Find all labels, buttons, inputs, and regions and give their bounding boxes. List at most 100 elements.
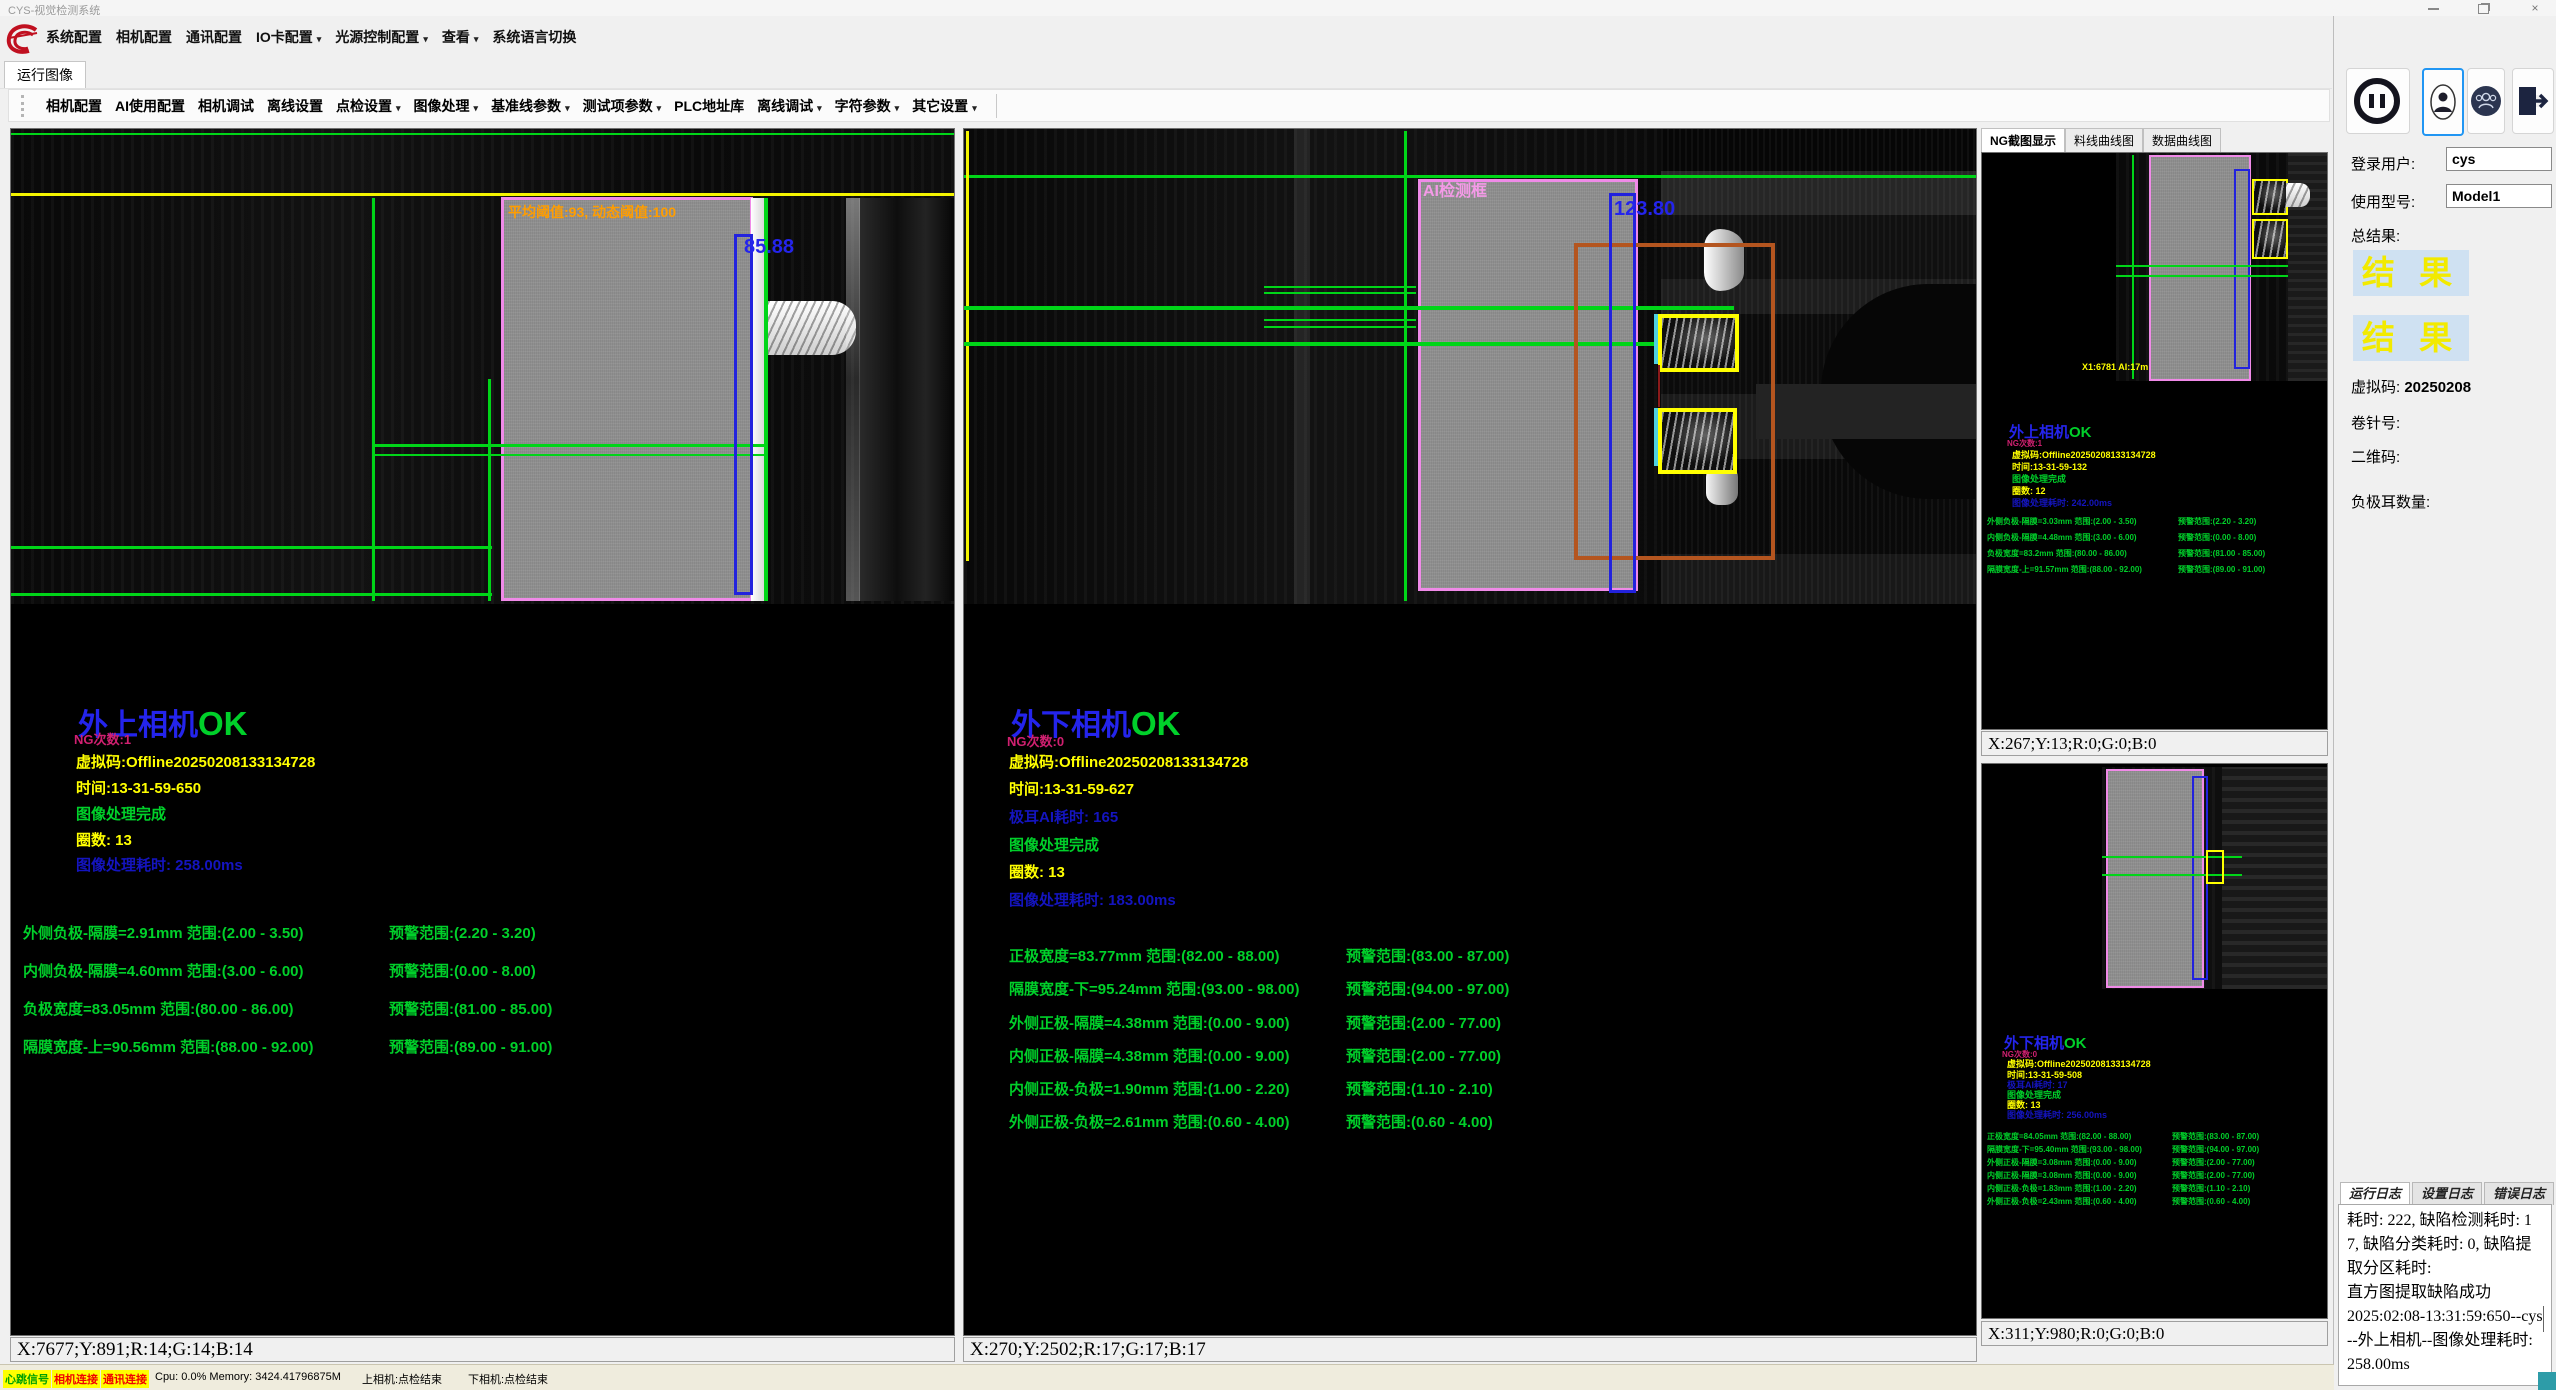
users-icon	[2470, 85, 2502, 117]
virtual-code: 虚拟码:Offline20250208133134728	[1009, 755, 1248, 771]
meas-text: 外侧负极-隔膜=3.03mm 范围:(2.00 - 3.50)	[1987, 518, 2137, 526]
model-label: 使用型号:	[2351, 191, 2415, 212]
meas-text: 内侧正极-负极=1.90mm 范围:(1.00 - 2.20)	[1009, 1082, 1290, 1098]
minimize-icon[interactable]	[2416, 1, 2450, 15]
tool-image-process[interactable]: 图像处理▾	[414, 96, 479, 116]
light-strip	[1294, 129, 1310, 604]
total-result-label: 总结果:	[2351, 225, 2400, 246]
tab-detect-box	[2206, 850, 2224, 884]
tool-label: 其它设置	[912, 98, 968, 114]
menu-item-view[interactable]: 查看▾	[442, 27, 479, 47]
heartbeat-status: 心跳信号	[3, 1370, 51, 1388]
gap-value: 85.88	[744, 237, 794, 258]
model-field[interactable]: Model1	[2446, 184, 2552, 208]
text-cursor	[2543, 1306, 2544, 1332]
ng-capture-view-lower[interactable]: 外下相机OK NG次数:0 虚拟码:Offline202502081331347…	[1981, 763, 2328, 1319]
meas-warn: 预警范围:(1.10 - 2.10)	[1346, 1082, 1493, 1098]
result-badge-upper: 结 果	[2353, 250, 2469, 296]
pause-button[interactable]	[2346, 68, 2410, 134]
green-line	[1264, 292, 1416, 294]
tool-check-setting[interactable]: 点检设置▾	[336, 96, 401, 116]
chevron-down-icon: ▾	[565, 103, 570, 113]
ai-box-label: AI检测框	[1423, 184, 1487, 201]
close-icon[interactable]: ×	[2518, 1, 2552, 15]
measure-rect	[734, 234, 753, 595]
tool-label: 点检设置	[336, 98, 392, 114]
chevron-down-icon: ▾	[817, 103, 822, 113]
camera-status: 相机连接	[52, 1370, 100, 1388]
menu-item-io-config[interactable]: IO卡配置▾	[256, 27, 321, 47]
toolbar-grip[interactable]	[21, 95, 27, 117]
tool-test-params[interactable]: 测试项参数▾	[583, 96, 662, 116]
tab-strip: 运行图像	[0, 58, 2332, 89]
meas-warn: 预警范围:(2.00 - 77.00)	[2172, 1159, 2255, 1167]
tab-line-curve[interactable]: 料线曲线图	[2065, 128, 2143, 152]
tool-camera-config[interactable]: 相机配置	[46, 96, 102, 116]
meas-text: 正极宽度=84.05mm 范围:(82.00 - 88.00)	[1987, 1133, 2131, 1141]
threshold-label: 平均阈值:93, 动态阈值:100	[508, 205, 676, 220]
menu-item-light-config[interactable]: 光源控制配置▾	[335, 27, 428, 47]
menu-item-system-config[interactable]: 系统配置	[46, 27, 102, 47]
menu-item-language[interactable]: 系统语言切换	[492, 27, 576, 47]
minimize-glyph	[2428, 8, 2439, 10]
camera-image	[11, 129, 954, 604]
menu-item-label: IO卡配置	[256, 29, 313, 45]
resize-grip[interactable]	[2538, 1372, 2556, 1390]
tab-run-image[interactable]: 运行图像	[4, 61, 86, 88]
logout-button[interactable]	[2512, 68, 2554, 134]
meas-warn: 预警范围:(0.00 - 8.00)	[389, 964, 536, 980]
tool-offline-debug[interactable]: 离线调试▾	[757, 96, 822, 116]
pause-bar	[2369, 94, 2374, 108]
virtual-code: 虚拟码:Offline20250208133134728	[2007, 1060, 2151, 1069]
meas-text: 隔膜宽度-上=90.56mm 范围:(88.00 - 92.00)	[23, 1040, 314, 1056]
login-user-field[interactable]: cys	[2446, 147, 2552, 171]
tab-run-log[interactable]: 运行日志	[2340, 1182, 2410, 1205]
tool-label: 字符参数	[835, 98, 891, 114]
pause-icon	[2354, 78, 2400, 124]
menu-item-label: 光源控制配置	[335, 29, 419, 45]
tab-detect-box	[1658, 408, 1737, 474]
tool-other-settings[interactable]: 其它设置▾	[912, 96, 977, 116]
result-badge-lower: 结 果	[2353, 315, 2469, 361]
maximize-icon[interactable]	[2466, 1, 2500, 15]
left-camera-view[interactable]: 平均阈值:93, 动态阈值:100 85.88 外上相机OK NG次数:1 虚拟…	[10, 128, 955, 1336]
green-vline	[372, 198, 375, 601]
tool-char-params[interactable]: 字符参数▾	[835, 96, 900, 116]
machinery	[859, 198, 954, 601]
users-button[interactable]	[2467, 68, 2505, 134]
tab-error-log[interactable]: 错误日志	[2484, 1182, 2554, 1205]
tool-offline-setting[interactable]: 离线设置	[267, 96, 323, 116]
meas-warn: 预警范围:(2.00 - 77.00)	[1346, 1049, 1501, 1065]
lower-camera-check-status: 下相机:点检结束	[468, 1371, 548, 1387]
yellow-vline	[966, 131, 969, 561]
run-log-text[interactable]: 耗时: 222, 缺陷检测耗时: 17, 缺陷分类耗时: 0, 缺陷提取分区耗时…	[2338, 1204, 2552, 1386]
tool-label: 图像处理	[414, 98, 470, 114]
meas-text: 外侧负极-隔膜=2.91mm 范围:(2.00 - 3.50)	[23, 926, 304, 942]
meas-warn: 预警范围:(1.10 - 2.10)	[2172, 1185, 2250, 1193]
meas-text: 内侧正极-隔膜=4.38mm 范围:(0.00 - 9.00)	[1009, 1049, 1290, 1065]
tool-baseline-params[interactable]: 基准线参数▾	[491, 96, 570, 116]
tab-setting-log[interactable]: 设置日志	[2412, 1182, 2482, 1205]
meas-text: 外侧正极-隔膜=4.38mm 范围:(0.00 - 9.00)	[1009, 1016, 1290, 1032]
loop-count: 圈数: 13	[76, 833, 132, 849]
ng-capture-view-upper[interactable]: X1:6781 AI:17m 外上相机OK NG次数:1 虚拟码:Offline…	[1981, 152, 2328, 730]
logout-icon	[2516, 85, 2550, 117]
cyan-edge	[1654, 408, 1658, 466]
meas-text: 外侧正极-负极=2.43mm 范围:(0.60 - 4.00)	[1987, 1198, 2137, 1206]
user-button[interactable]	[2422, 68, 2464, 136]
meas-warn: 预警范围:(94.00 - 97.00)	[2172, 1146, 2259, 1154]
tab-ng-capture[interactable]: NG截图显示	[1981, 128, 2065, 152]
tool-plc-address[interactable]: PLC地址库	[674, 96, 744, 116]
right-camera-view[interactable]: AI检测框 123.80 外下相机OK NG次数:0 虚拟码:Offline20…	[963, 128, 1977, 1336]
field-label: 虚拟码:	[2351, 379, 2400, 396]
tab-data-curve[interactable]: 数据曲线图	[2143, 128, 2221, 152]
user-icon	[2430, 82, 2456, 122]
tool-ai-config[interactable]: AI使用配置	[115, 96, 185, 116]
left-coords-readout: X:7677;Y:891;R:14;G:14;B:14	[10, 1337, 955, 1362]
menu-item-camera-config[interactable]: 相机配置	[116, 27, 172, 47]
tool-camera-debug[interactable]: 相机调试	[198, 96, 254, 116]
meas-warn: 预警范围:(0.60 - 4.00)	[2172, 1198, 2250, 1206]
machine-band	[1756, 384, 1976, 439]
menu-item-comm-config[interactable]: 通讯配置	[186, 27, 242, 47]
process-cost: 图像处理耗时: 258.00ms	[76, 858, 243, 874]
